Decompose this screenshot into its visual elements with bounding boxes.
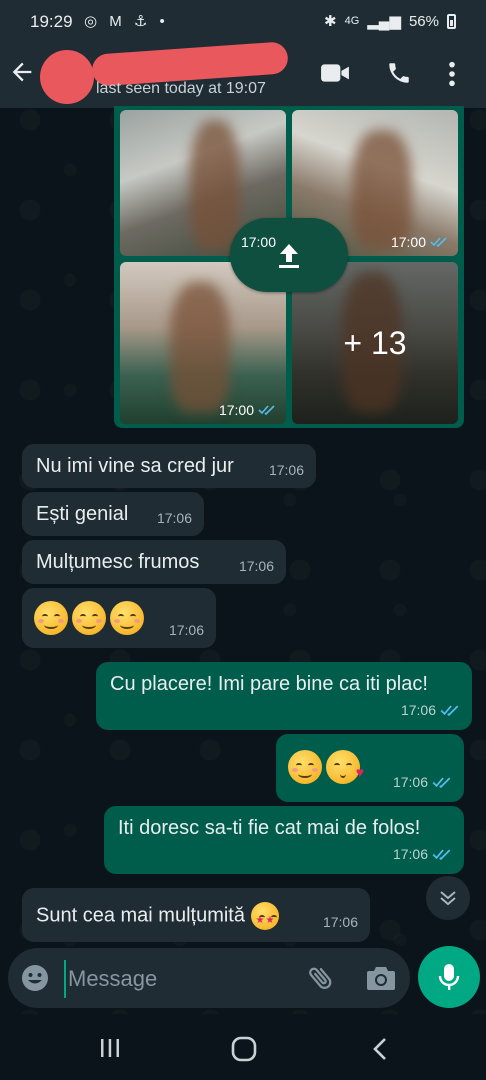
- last-seen-status: last seen today at 19:07: [96, 80, 266, 97]
- message-input[interactable]: [64, 960, 290, 998]
- battery-label: 56%: [408, 12, 439, 30]
- face-blowing-kiss-emoji: ♥: [326, 750, 364, 784]
- status-right: ✱ 4G ▂▄▆ 56%: [324, 12, 456, 30]
- message-time: 17:00: [391, 234, 448, 250]
- message-time: 17:06: [168, 622, 204, 638]
- message-time: 17:06: [393, 842, 452, 866]
- camera-icon[interactable]: [366, 964, 396, 992]
- smiling-face-emoji: [110, 601, 144, 635]
- network-label: 4G: [344, 15, 360, 27]
- message-time: 17:00: [219, 402, 276, 418]
- read-ticks-icon: [258, 405, 275, 415]
- media-thumbnail[interactable]: 17:00: [120, 110, 286, 256]
- media-thumbnail-more[interactable]: + 13: [292, 262, 458, 424]
- incoming-message[interactable]: Nu imi vine sa cred jur 17:06: [22, 444, 316, 488]
- recent-apps-icon[interactable]: [98, 1036, 122, 1060]
- read-ticks-icon: [440, 704, 459, 716]
- incoming-message[interactable]: Sunt cea mai mulțumită ★ ★ 17:06: [22, 888, 370, 942]
- back-nav-icon[interactable]: [370, 1036, 390, 1062]
- emoji-row: [34, 601, 148, 635]
- message-text: Ești genial: [36, 503, 129, 525]
- message-time: 17:06: [238, 558, 274, 574]
- message-text: Cu placere! Imi pare bine ca iti plac!: [110, 673, 428, 695]
- outgoing-emoji-message[interactable]: ♥ 17:06: [276, 734, 464, 802]
- more-options-icon[interactable]: [448, 60, 456, 88]
- message-composer: [8, 948, 410, 1008]
- double-chevron-down-icon: [440, 891, 456, 906]
- smiling-face-emoji: [72, 601, 106, 635]
- status-time: 19:29: [30, 12, 73, 31]
- message-time: 17:00: [240, 234, 276, 250]
- bluetooth-icon: ✱: [324, 13, 337, 30]
- incoming-emoji-message[interactable]: 17:06: [22, 588, 216, 648]
- read-ticks-icon: [432, 776, 451, 788]
- home-icon[interactable]: [230, 1036, 258, 1062]
- emoji-icon[interactable]: [20, 963, 50, 993]
- message-text: Nu imi vine sa cred jur: [36, 455, 234, 477]
- message-time: 17:06: [393, 770, 452, 794]
- message-text: Mulțumesc frumos: [36, 551, 200, 573]
- read-ticks-icon: [432, 848, 451, 860]
- back-arrow-icon[interactable]: [8, 58, 36, 86]
- smiling-face-emoji: [288, 750, 322, 784]
- status-bar: 19:29 ◎ M ⚓ • ✱ 4G ▂▄▆ 56%: [0, 0, 486, 44]
- emoji-row: ♥: [288, 750, 364, 784]
- message-time: 17:06: [268, 462, 304, 478]
- system-navigation-bar: [0, 1014, 486, 1080]
- attach-icon[interactable]: [306, 962, 336, 994]
- scroll-to-bottom-button[interactable]: [426, 876, 470, 920]
- read-ticks-icon: [430, 237, 447, 247]
- signal-icon: ▂▄▆: [367, 13, 401, 30]
- incoming-message[interactable]: Mulțumesc frumos 17:06: [22, 540, 286, 584]
- avatar[interactable]: [40, 50, 94, 104]
- battery-icon: [447, 13, 456, 29]
- more-media-count: + 13: [343, 324, 407, 361]
- video-call-icon[interactable]: [320, 62, 350, 84]
- message-time: 17:06: [401, 698, 460, 722]
- message-time: 17:06: [322, 914, 358, 930]
- incoming-message[interactable]: Ești genial 17:06: [22, 492, 204, 536]
- message-text: Sunt cea mai mulțumită ★ ★: [36, 902, 283, 930]
- media-album-bubble[interactable]: 17:00 17:00 17:00 + 13: [114, 106, 464, 428]
- smiling-face-emoji: [34, 601, 68, 635]
- star-struck-emoji: ★ ★: [250, 902, 279, 930]
- microphone-icon: [438, 964, 460, 990]
- outgoing-message[interactable]: Iti doresc sa-ti fie cat mai de folos! 1…: [104, 806, 464, 874]
- voice-call-icon[interactable]: [386, 60, 412, 86]
- outgoing-message[interactable]: Cu placere! Imi pare bine ca iti plac! 1…: [96, 662, 472, 730]
- message-text: Iti doresc sa-ti fie cat mai de folos!: [118, 817, 421, 839]
- notification-icons: ◎ M ⚓ •: [84, 13, 169, 30]
- chat-header: last seen today at 19:07: [0, 41, 486, 108]
- message-time: 17:06: [156, 510, 192, 526]
- voice-message-button[interactable]: [418, 946, 480, 1008]
